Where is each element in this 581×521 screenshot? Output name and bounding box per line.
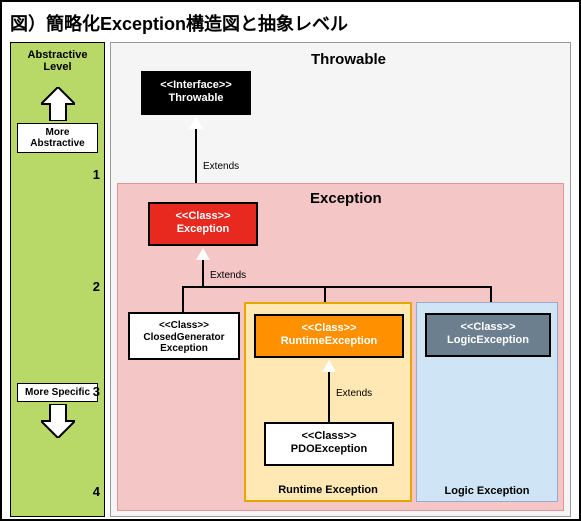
arrow-down-icon	[41, 404, 75, 438]
region-runtime: <<Class>> RuntimeException Extends <<Cla…	[244, 302, 412, 502]
stereo: <<Class>>	[134, 320, 234, 331]
arrow-up-icon	[41, 87, 75, 121]
connector	[182, 286, 492, 288]
region-title-runtime: Runtime Exception	[246, 484, 410, 496]
extends-label: Extends	[203, 161, 239, 172]
stereo: <<Class>>	[270, 430, 388, 442]
diagram-title: 図）簡略化Exception構造図と抽象レベル	[10, 10, 571, 36]
name: LogicException	[431, 334, 545, 346]
abstraction-sidebar: Abstractive Level More Abstractive More …	[10, 42, 105, 517]
region-title-exception: Exception	[310, 190, 382, 207]
name: RuntimeException	[260, 335, 398, 347]
name: Throwable	[147, 92, 245, 104]
node-runtimeexception: <<Class>> RuntimeException	[254, 314, 404, 358]
region-logic: <<Class>> LogicException Logic Exception	[416, 302, 558, 502]
region-exception: Exception <<Class>> Exception Extends <<…	[117, 183, 564, 511]
main-canvas: Throwable <<Interface>> Throwable Extend…	[110, 42, 571, 517]
stereo: <<Class>>	[431, 321, 545, 333]
extends-label: Extends	[336, 388, 372, 399]
level-number-3: 3	[93, 384, 100, 399]
inherit-arrow-icon	[322, 360, 336, 372]
region-title-logic: Logic Exception	[417, 485, 557, 497]
label-more-specific: More Specific	[17, 383, 98, 402]
diagram-frame: 図）簡略化Exception構造図と抽象レベル Abstractive Leve…	[0, 0, 581, 521]
connector	[202, 260, 204, 286]
stereo: <<Interface>>	[147, 79, 245, 91]
level-number-2: 2	[93, 279, 100, 294]
extends-label: Extends	[210, 270, 246, 281]
node-logicexception: <<Class>> LogicException	[425, 313, 551, 357]
connector	[182, 286, 184, 312]
region-title-throwable: Throwable	[311, 51, 386, 68]
inherit-arrow-icon	[196, 248, 210, 260]
node-exception: <<Class>> Exception	[148, 202, 258, 246]
stereo: <<Class>>	[260, 322, 398, 334]
label-more-abstractive: More Abstractive	[17, 123, 98, 153]
node-closedgeneratorexception: <<Class>> ClosedGenerator Exception	[128, 312, 240, 360]
level-number-1: 1	[93, 167, 100, 182]
name: ClosedGenerator Exception	[134, 332, 234, 354]
diagram-content: Abstractive Level More Abstractive More …	[10, 42, 571, 517]
stereo: <<Class>>	[154, 210, 252, 222]
name: Exception	[154, 223, 252, 235]
node-throwable: <<Interface>> Throwable	[141, 71, 251, 115]
level-number-4: 4	[93, 484, 100, 499]
connector	[328, 372, 330, 422]
sidebar-heading: Abstractive Level	[11, 43, 104, 79]
node-pdoexception: <<Class>> PDOException	[264, 422, 394, 466]
name: PDOException	[270, 443, 388, 455]
inherit-arrow-icon	[189, 117, 203, 129]
